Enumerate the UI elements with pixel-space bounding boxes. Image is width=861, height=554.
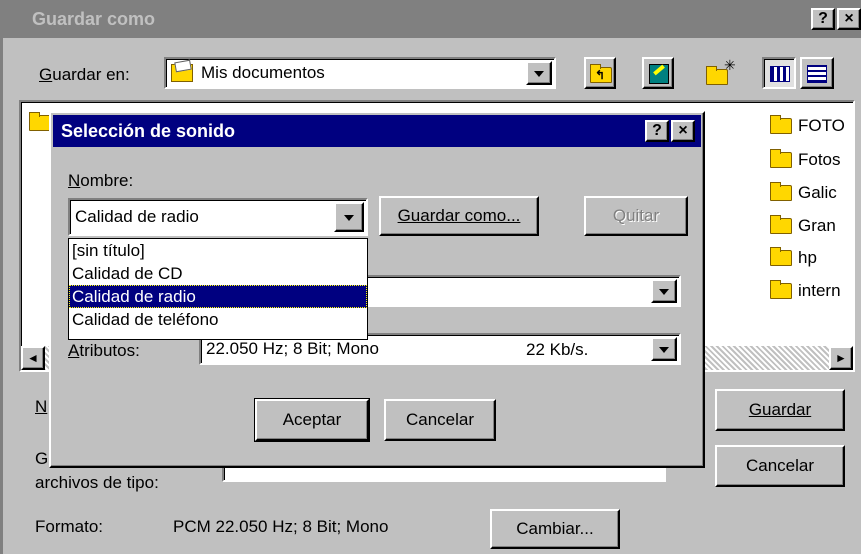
- my-documents-icon: [171, 59, 193, 82]
- name-combo[interactable]: Calidad de radio: [68, 198, 368, 236]
- sound-selection-dialog: Selección de sonido ? × Nombre: Calidad …: [49, 111, 705, 468]
- save-as-title: Guardar como: [32, 9, 156, 29]
- save-as-button[interactable]: Guardar como...: [379, 196, 539, 236]
- help-button[interactable]: ?: [811, 8, 835, 30]
- list-item[interactable]: intern: [770, 278, 841, 304]
- sound-selection-titlebar[interactable]: Selección de sonido ? ×: [53, 115, 701, 147]
- list-item[interactable]: Galic: [770, 180, 837, 206]
- format-value: PCM 22.050 Hz; 8 Bit; Mono: [173, 517, 389, 536]
- chevron-down-icon[interactable]: [651, 279, 677, 303]
- save-in-value: Mis documentos: [201, 63, 325, 82]
- folder-icon: [770, 115, 792, 134]
- folder-icon: [770, 280, 792, 299]
- accept-button[interactable]: Aceptar: [254, 398, 370, 442]
- close-button[interactable]: ×: [671, 120, 695, 142]
- file-name-label: N: [35, 397, 48, 416]
- list-item[interactable]: [sin título]: [69, 239, 367, 262]
- name-dropdown-list[interactable]: [sin título] Calidad de CD Calidad de ra…: [68, 238, 368, 340]
- list-item-selected[interactable]: Calidad de radio: [69, 285, 367, 308]
- attributes-value: 22.050 Hz; 8 Bit; Mono: [206, 339, 379, 358]
- folder-icon: [770, 182, 792, 201]
- scroll-left-button[interactable]: ◄: [21, 346, 45, 370]
- list-item[interactable]: hp: [770, 245, 817, 271]
- cancel-button[interactable]: Cancelar: [715, 445, 845, 487]
- folder-icon: [770, 149, 792, 168]
- folder-icon: [770, 247, 792, 266]
- folder-icon: [770, 215, 792, 234]
- new-folder-icon[interactable]: ✳: [704, 57, 736, 89]
- list-item[interactable]: Calidad de CD: [69, 262, 367, 285]
- cancel-button[interactable]: Cancelar: [384, 399, 496, 441]
- name-label: Nombre:: [68, 171, 134, 190]
- close-button[interactable]: ×: [837, 8, 861, 30]
- list-item[interactable]: Gran: [770, 213, 836, 239]
- details-view-icon[interactable]: [800, 57, 834, 89]
- folder-icon: [29, 111, 51, 131]
- sound-selection-title: Selección de sonido: [61, 121, 236, 141]
- list-item[interactable]: Calidad de teléfono: [69, 308, 367, 331]
- window-edge: [0, 38, 3, 554]
- chevron-down-icon[interactable]: [651, 337, 677, 361]
- save-as-titlebar[interactable]: Guardar como ? ×: [0, 0, 861, 38]
- list-view-icon[interactable]: [762, 57, 796, 89]
- remove-button[interactable]: Quitar: [584, 196, 688, 236]
- attributes-label: Atributos:: [68, 341, 140, 360]
- save-in-combo[interactable]: Mis documentos: [164, 57, 556, 89]
- chevron-down-icon[interactable]: [334, 202, 364, 232]
- list-item[interactable]: FOTO: [770, 113, 845, 139]
- save-button[interactable]: Guardar: [715, 389, 845, 431]
- help-button[interactable]: ?: [645, 120, 669, 142]
- up-folder-icon[interactable]: ↰: [584, 57, 616, 89]
- change-format-button[interactable]: Cambiar...: [490, 509, 620, 549]
- save-in-label: Guardar en:: [39, 65, 130, 84]
- scroll-right-button[interactable]: ►: [829, 346, 853, 370]
- name-value: Calidad de radio: [75, 207, 199, 226]
- attributes-rate: 22 Kb/s.: [526, 340, 589, 359]
- format-label: Formato:: [35, 517, 104, 536]
- list-item[interactable]: Fotos: [770, 147, 841, 173]
- desktop-icon[interactable]: [642, 57, 674, 89]
- chevron-down-icon[interactable]: [526, 61, 552, 85]
